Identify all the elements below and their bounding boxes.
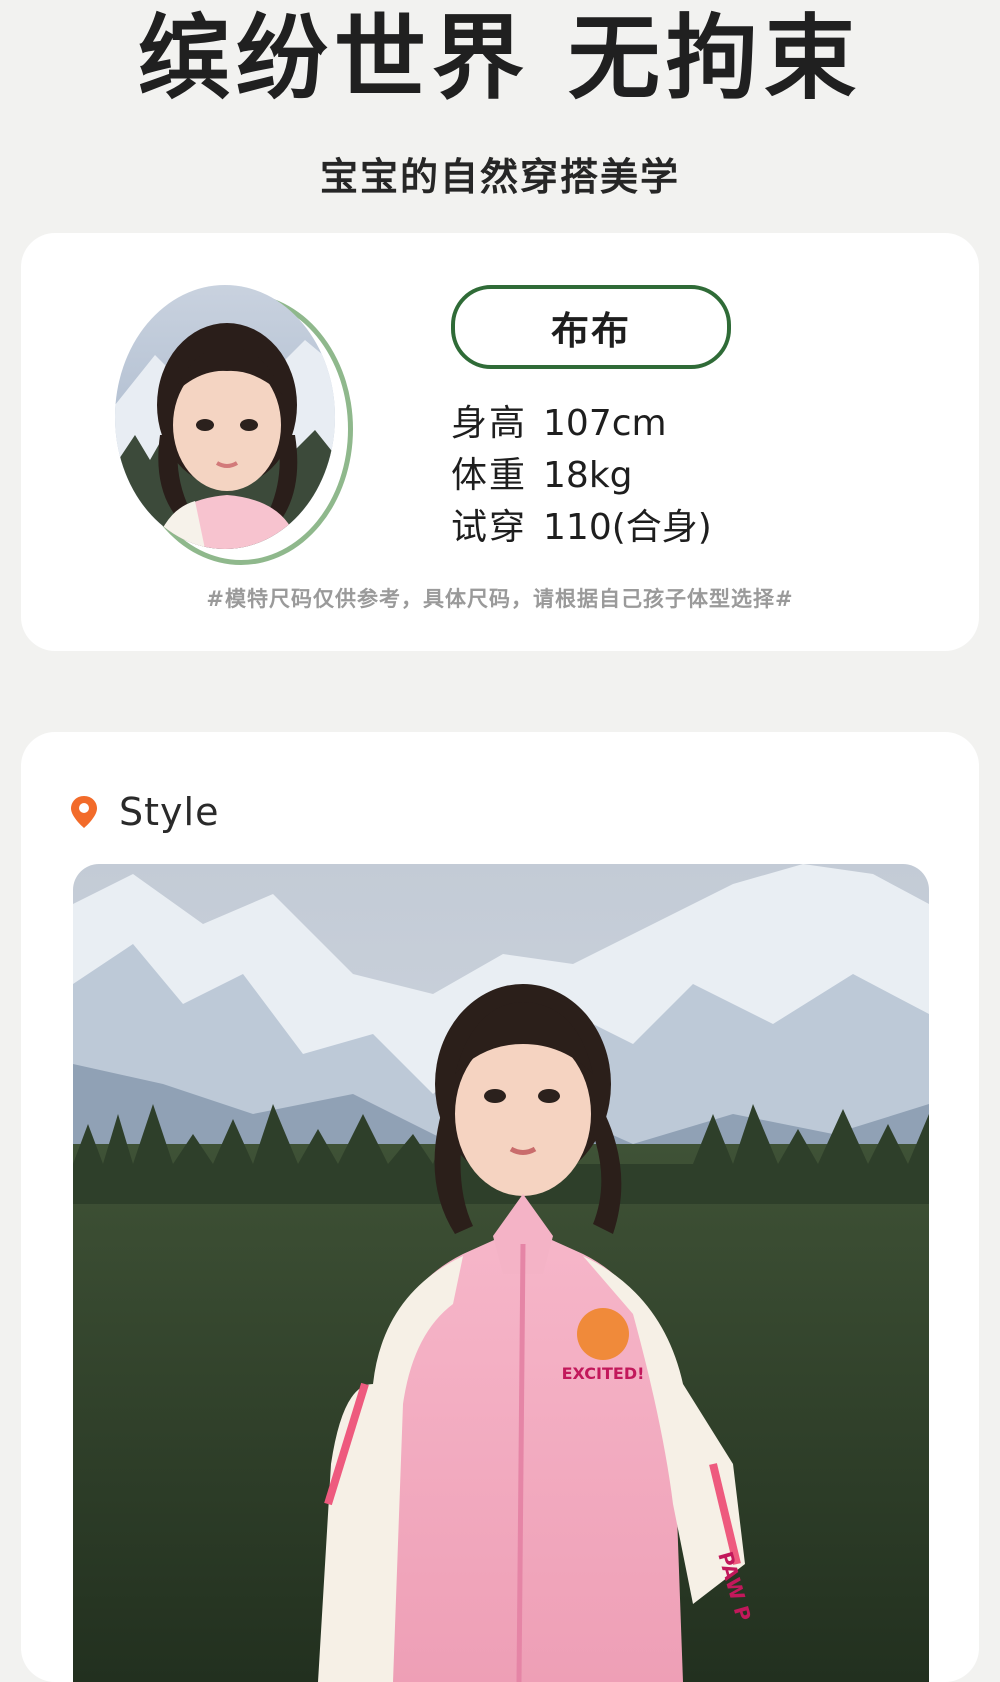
location-pin-icon bbox=[71, 796, 97, 828]
model-avatar bbox=[115, 285, 353, 565]
stat-weight: 体重 18kg bbox=[451, 450, 712, 502]
stat-value: 18kg bbox=[543, 455, 633, 496]
hero-subtitle: 宝宝的自然穿搭美学 bbox=[319, 155, 680, 199]
stat-label: 试穿 bbox=[451, 507, 528, 548]
model-name-badge: 布布 bbox=[451, 285, 731, 369]
model-stats: 身高 107cm 体重 18kg 试穿 110(合身) bbox=[451, 398, 712, 554]
hero-title: 缤纷世界 无拘束 bbox=[137, 5, 863, 112]
style-card: Style EXCITED! PAW P bbox=[21, 732, 979, 1682]
size-disclaimer: #模特尺码仅供参考，具体尺码，请根据自己孩子体型选择# bbox=[206, 587, 794, 611]
stat-height: 身高 107cm bbox=[451, 398, 712, 450]
style-photo: EXCITED! PAW P bbox=[73, 864, 929, 1682]
stat-label: 身高 bbox=[451, 403, 528, 444]
stat-value: 110(合身) bbox=[543, 507, 712, 548]
jacket-badge-text: EXCITED! bbox=[562, 1364, 645, 1383]
style-label: Style bbox=[119, 790, 220, 834]
stat-label: 体重 bbox=[451, 455, 528, 496]
stat-value: 107cm bbox=[543, 403, 667, 444]
model-info-card: 布布 身高 107cm 体重 18kg 试穿 110(合身) #模特尺码仅供参考，具体… bbox=[21, 233, 979, 651]
stat-trial-size: 试穿 110(合身) bbox=[451, 502, 712, 554]
style-header: Style bbox=[69, 790, 219, 834]
avatar-photo bbox=[115, 285, 335, 549]
